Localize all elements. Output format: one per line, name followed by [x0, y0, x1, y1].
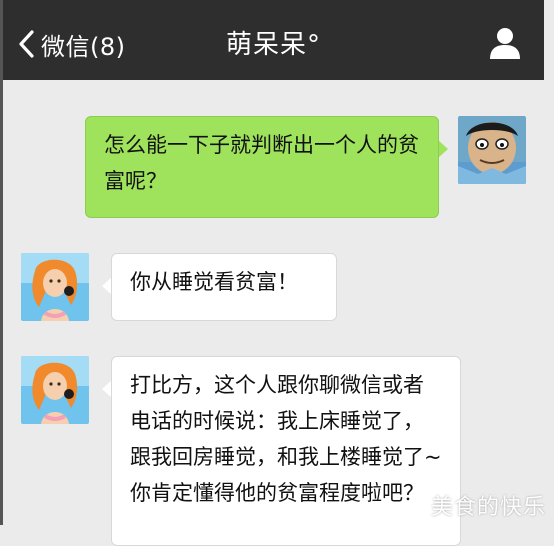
watermark: 美食的快乐: [430, 495, 546, 520]
message-text: 打比方，这个人跟你聊微信或者电话的时候说：我上床睡觉了，跟我回房睡觉，和我上楼睡…: [130, 373, 442, 505]
message-bubble-incoming[interactable]: 你从睡觉看贫富！: [111, 253, 337, 321]
contact-avatar[interactable]: [21, 356, 89, 424]
message-text: 你从睡觉看贫富！: [130, 270, 298, 294]
message-text: 怎么能一下子就判断出一个人的贫富呢？: [104, 133, 419, 193]
my-avatar[interactable]: [458, 116, 526, 184]
message-bubble-incoming[interactable]: 打比方，这个人跟你聊微信或者电话的时候说：我上床睡觉了，跟我回房睡觉，和我上楼睡…: [111, 356, 461, 546]
person-icon: [488, 28, 522, 64]
bubble-tail: [438, 140, 448, 158]
chat-header: 微信(8) 萌呆呆°: [3, 0, 544, 80]
message-list[interactable]: 怎么能一下子就判断出一个人的贫富呢？ 你从睡觉看贫富！ 打比方，这个人跟你聊微信…: [3, 80, 544, 546]
contact-profile-button[interactable]: [488, 26, 522, 60]
message-bubble-outgoing[interactable]: 怎么能一下子就判断出一个人的贫富呢？: [85, 116, 439, 218]
chat-title: 萌呆呆°: [225, 30, 321, 60]
contact-avatar[interactable]: [21, 253, 89, 321]
